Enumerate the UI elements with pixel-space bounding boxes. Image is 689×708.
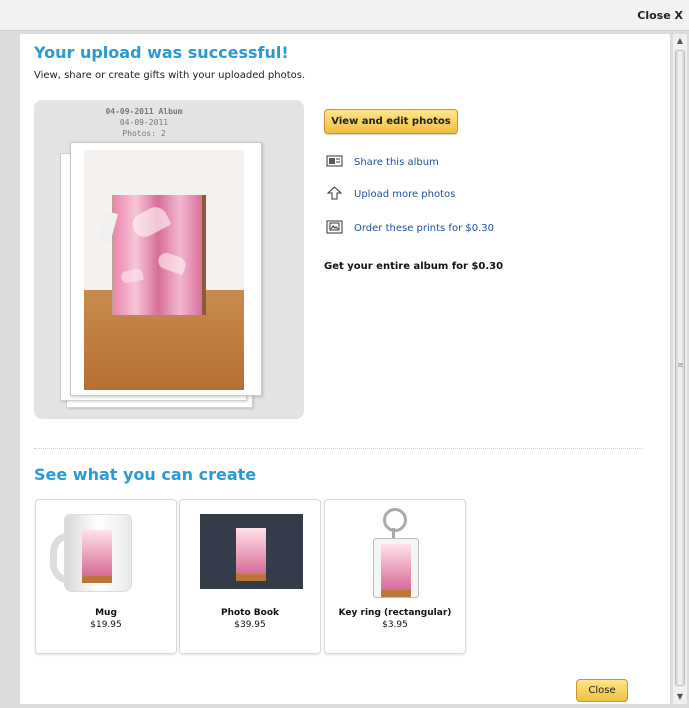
product-name: Photo Book — [220, 608, 280, 618]
page-title: Your upload was successful! — [34, 43, 289, 62]
product-price: $3.95 — [382, 620, 408, 630]
share-icon — [326, 154, 343, 168]
upload-icon — [326, 186, 343, 200]
key-ring-chain — [392, 528, 395, 538]
book-photo-preview — [236, 528, 266, 581]
album-title: 04-09-2011 Album — [105, 107, 183, 116]
scroll-thumb[interactable]: ≡ — [675, 50, 685, 686]
product-name: Key ring (rectangular) — [338, 608, 452, 618]
product-key-ring[interactable]: Key ring (rectangular) $3.95 — [324, 499, 466, 654]
album-cover-photo[interactable] — [70, 142, 262, 396]
scroll-down-arrow-icon[interactable]: ▼ — [673, 690, 687, 704]
product-mug[interactable]: Mug $19.95 — [35, 499, 177, 654]
section-divider — [34, 448, 642, 449]
scroll-grip-icon: ≡ — [677, 361, 684, 369]
mug-image — [36, 500, 176, 600]
album-date: 04-09-2011 — [119, 118, 169, 127]
product-price: $39.95 — [234, 620, 266, 630]
dialog-titlebar: Close X — [0, 0, 689, 31]
entire-album-offer: Get your entire album for $0.30 — [324, 261, 504, 272]
product-name: Mug — [95, 608, 117, 618]
album-card: 04-09-2011 Album 04-09-2011 Photos: 2 — [34, 100, 304, 419]
upload-more-label: Upload more photos — [354, 189, 456, 200]
vertical-scrollbar[interactable]: ▲ ≡ ▼ — [672, 34, 687, 704]
key-ring-loop — [383, 508, 407, 532]
photo-book-image — [180, 500, 320, 600]
view-edit-photos-button[interactable]: View and edit photos — [324, 109, 458, 134]
product-price: $19.95 — [90, 620, 122, 630]
key-ring-image — [325, 500, 465, 600]
page-subtitle: View, share or create gifts with your up… — [34, 70, 306, 81]
product-photo-book[interactable]: Photo Book $39.95 — [179, 499, 321, 654]
album-photo-count: Photos: 2 — [122, 129, 166, 138]
share-album-label: Share this album — [354, 157, 439, 168]
print-icon — [326, 220, 343, 234]
dialog-content: Your upload was successful! View, share … — [20, 34, 670, 704]
order-prints-label: Order these prints for $0.30 — [354, 223, 494, 234]
close-button[interactable]: Close — [576, 679, 628, 702]
upload-success-dialog: Close X Your upload was successful! View… — [0, 0, 689, 708]
key-ring-photo-preview — [381, 544, 411, 597]
photo-image — [84, 150, 244, 390]
mug-photo-preview — [82, 530, 112, 583]
close-x-button[interactable]: Close X — [637, 9, 683, 22]
create-section-title: See what you can create — [34, 465, 257, 484]
scroll-up-arrow-icon[interactable]: ▲ — [673, 34, 687, 48]
